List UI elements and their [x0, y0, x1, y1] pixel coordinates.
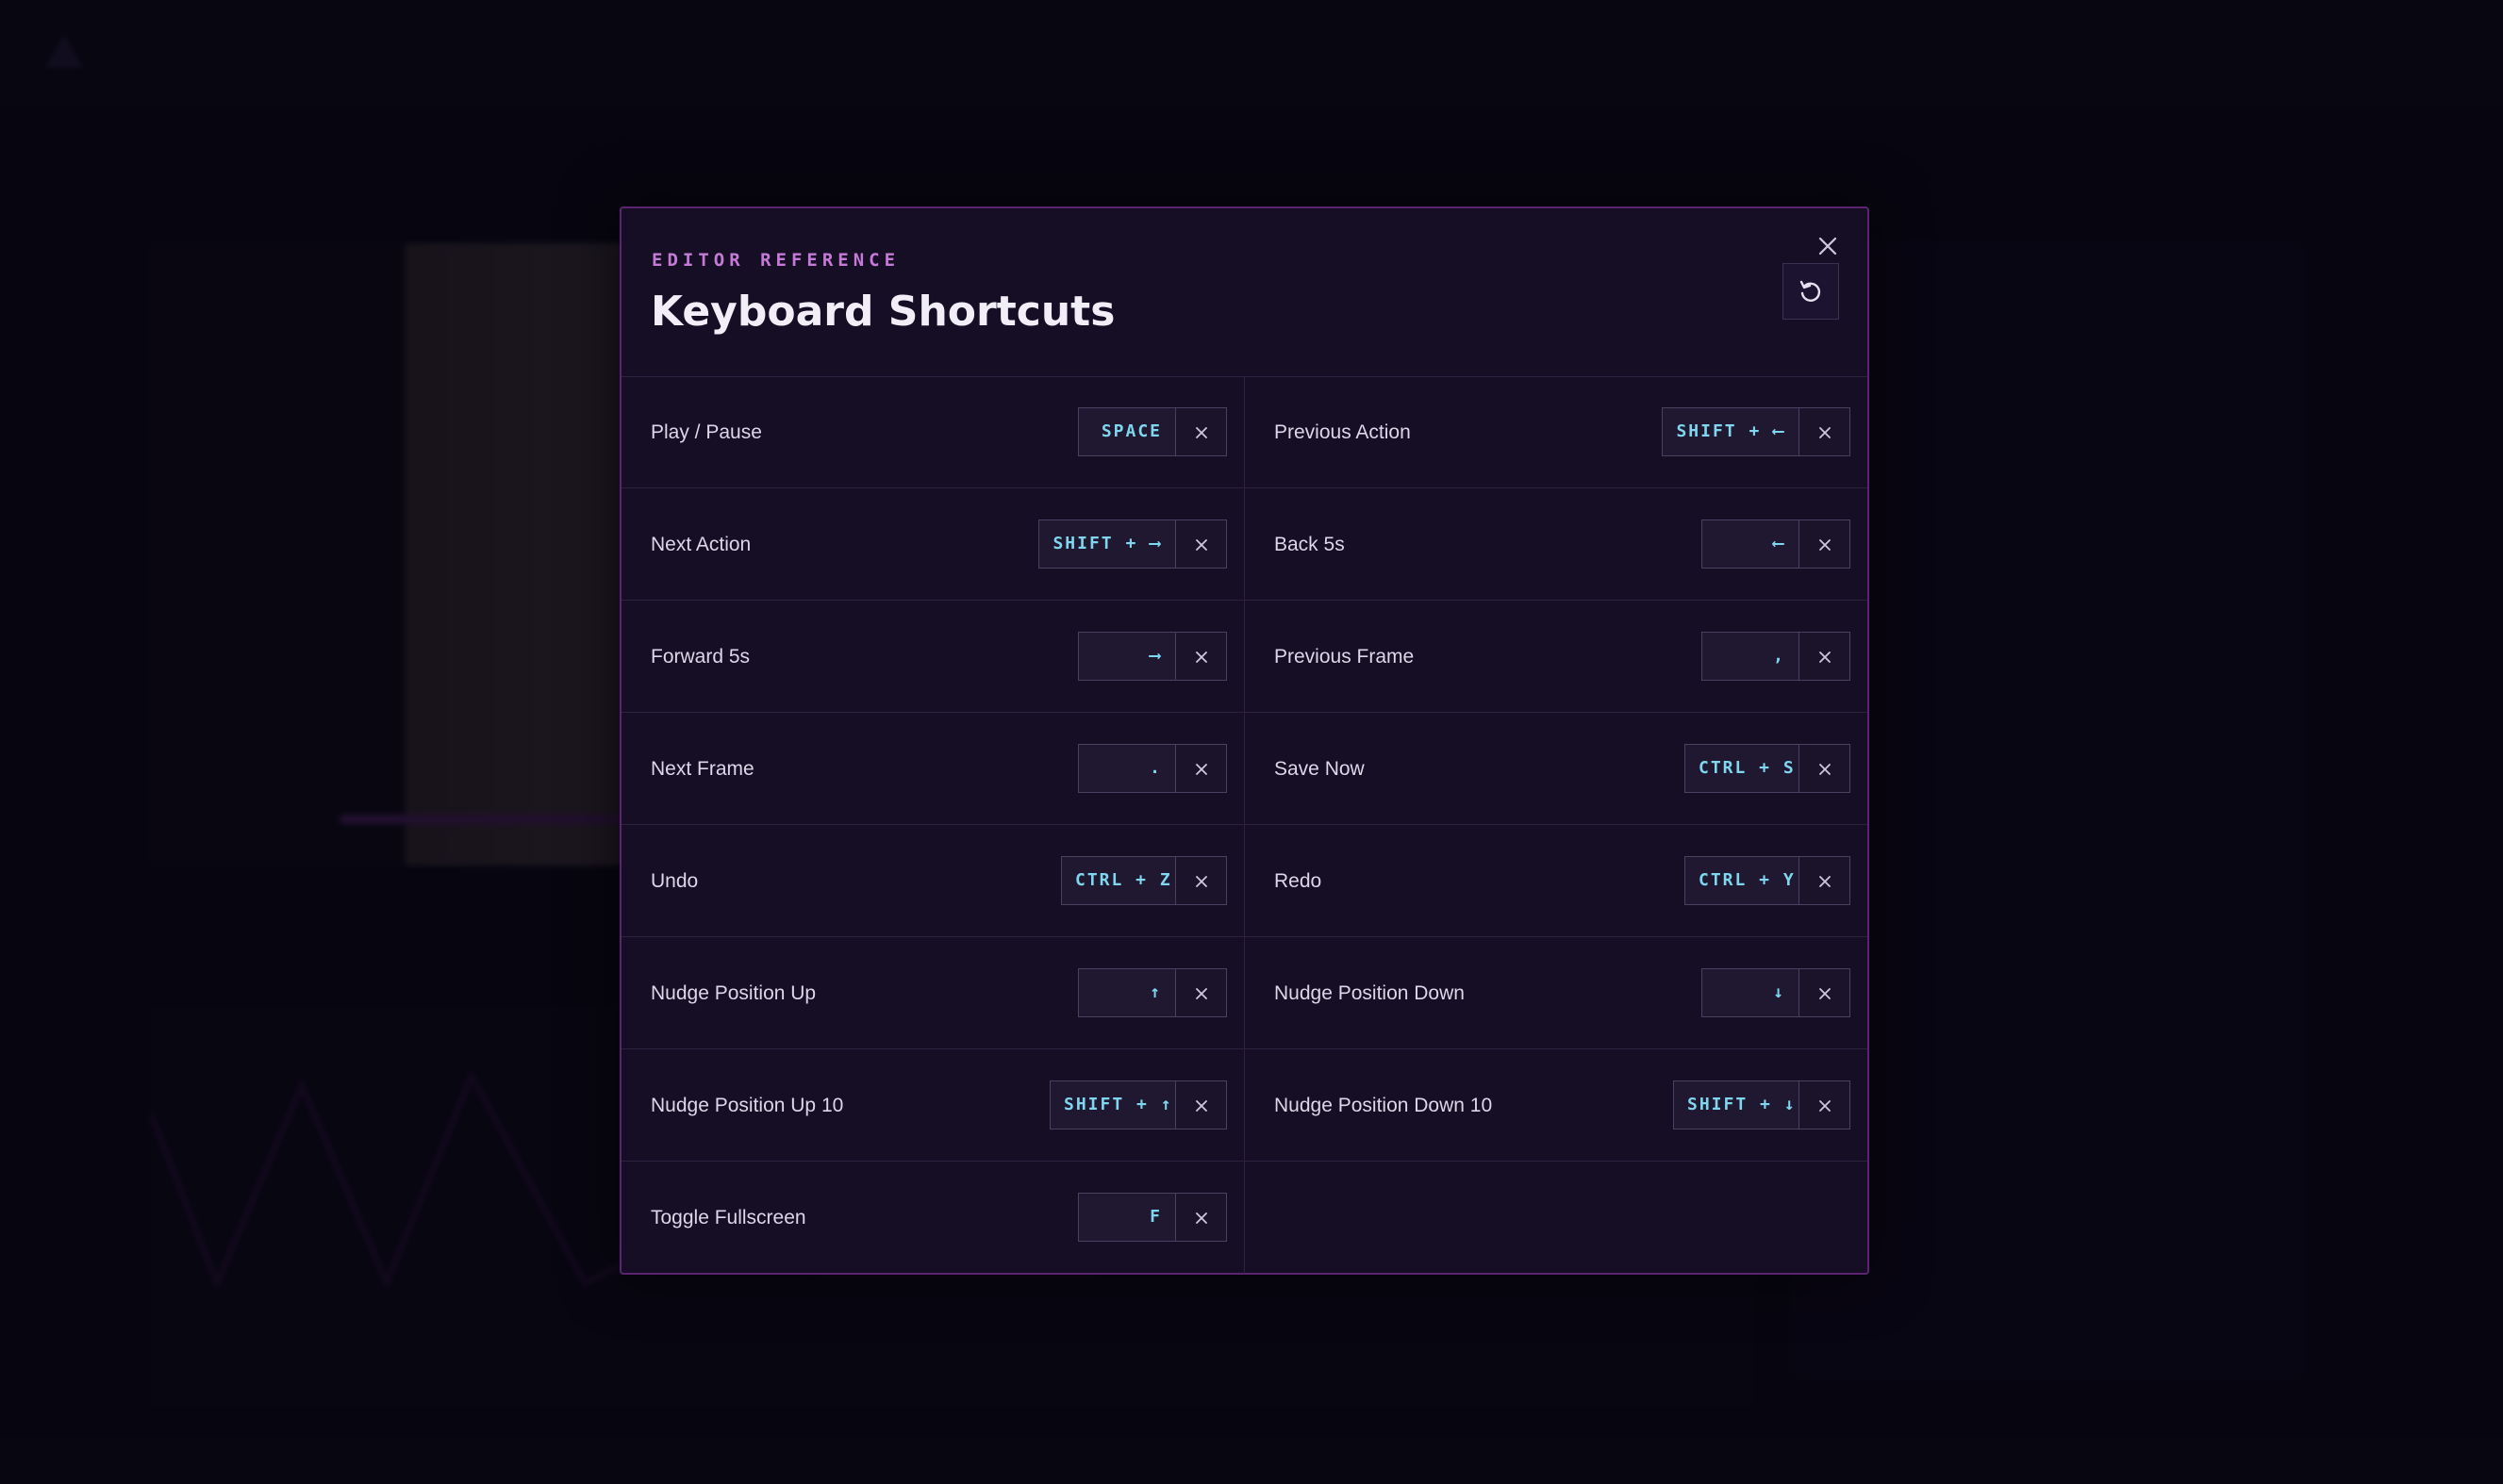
shortcut-key-field[interactable]: ↓ [1701, 968, 1799, 1017]
shortcut-label: Back 5s [1274, 534, 1345, 555]
modal-eyebrow: EDITOR REFERENCE [652, 250, 901, 271]
shortcut-row: Save Now CTRL + S [1245, 713, 1867, 825]
shortcut-key-field[interactable]: CTRL + S [1684, 744, 1799, 793]
shortcut-label: Nudge Position Up 10 [651, 1095, 844, 1116]
shortcut-row: Play / Pause SPACE [622, 376, 1245, 488]
shortcut-key-field[interactable]: CTRL + Z [1061, 856, 1176, 905]
shortcut-row: Forward 5s ⟶ [622, 601, 1245, 713]
shortcut-row: Previous Action SHIFT + ⟵ [1245, 376, 1867, 488]
shortcut-label: Next Action [651, 534, 752, 555]
shortcut-label: Toggle Fullscreen [651, 1207, 806, 1228]
clear-shortcut-button[interactable] [1799, 744, 1850, 793]
clear-shortcut-button[interactable] [1176, 519, 1227, 569]
close-icon [1818, 764, 1831, 776]
close-icon [1195, 764, 1207, 776]
shortcut-label: Next Frame [651, 758, 754, 780]
shortcut-row: Previous Frame, [1245, 601, 1867, 713]
reset-shortcuts-button[interactable] [1782, 263, 1839, 320]
shortcut-key-field[interactable]: SPACE [1078, 407, 1176, 456]
clear-shortcut-button[interactable] [1176, 407, 1227, 456]
keyboard-shortcuts-modal: EDITOR REFERENCE Keyboard Shortcuts Play… [620, 206, 1869, 1275]
shortcut-row: Redo CTRL + Y [1245, 825, 1867, 937]
shortcut-label: Play / Pause [651, 421, 762, 443]
shortcut-key-field[interactable]: , [1701, 632, 1799, 681]
shortcut-key-field[interactable]: ⟵ [1701, 519, 1799, 569]
shortcut-row: Undo CTRL + Z [622, 825, 1245, 937]
close-icon [1818, 237, 1837, 256]
clear-shortcut-button[interactable] [1799, 1080, 1850, 1129]
clear-shortcut-button[interactable] [1176, 856, 1227, 905]
shortcut-label: Previous Action [1274, 421, 1411, 443]
close-icon [1818, 1100, 1831, 1113]
shortcut-label: Forward 5s [651, 646, 751, 668]
shortcut-key-field[interactable]: SHIFT + ⟵ [1662, 407, 1799, 456]
clear-shortcut-button[interactable] [1176, 968, 1227, 1017]
clear-shortcut-button[interactable] [1799, 407, 1850, 456]
shortcut-key-field[interactable]: SHIFT + ↑ [1050, 1080, 1176, 1129]
shortcut-row: Nudge Position Down 10 SHIFT + ↓ [1245, 1049, 1867, 1162]
clear-shortcut-button[interactable] [1799, 632, 1850, 681]
reset-icon [1799, 280, 1821, 302]
shortcut-grid: Play / Pause SPACE Previous Action SHIFT + … [622, 376, 1867, 1274]
clear-shortcut-button[interactable] [1799, 519, 1850, 569]
shortcut-key-field[interactable]: F [1078, 1193, 1176, 1242]
shortcut-label: Save Now [1274, 758, 1365, 780]
clear-shortcut-button[interactable] [1176, 1080, 1227, 1129]
shortcut-key-field[interactable]: ↑ [1078, 968, 1176, 1017]
clear-shortcut-button[interactable] [1799, 856, 1850, 905]
close-icon [1818, 988, 1831, 1000]
modal-title: Keyboard Shortcuts [651, 288, 1116, 336]
shortcut-label: Nudge Position Down 10 [1274, 1095, 1493, 1116]
clear-shortcut-button[interactable] [1176, 744, 1227, 793]
close-icon [1195, 651, 1207, 664]
shortcut-key-field[interactable]: SHIFT + ⟶ [1038, 519, 1176, 569]
shortcut-row: Next Action SHIFT + ⟶ [622, 488, 1245, 601]
shortcut-row: Back 5s ⟵ [1245, 488, 1867, 601]
close-icon [1195, 876, 1207, 888]
close-icon [1195, 1212, 1207, 1225]
clear-shortcut-button[interactable] [1176, 1193, 1227, 1242]
shortcut-label: Nudge Position Up [651, 982, 817, 1004]
close-icon [1818, 539, 1831, 552]
shortcut-row: Nudge Position Up ↑ [622, 937, 1245, 1049]
shortcut-row: Nudge Position Down ↓ [1245, 937, 1867, 1049]
empty-cell [1245, 1162, 1867, 1274]
shortcut-label: Redo [1274, 870, 1322, 892]
shortcut-key-field[interactable]: ⟶ [1078, 632, 1176, 681]
modal-header: EDITOR REFERENCE Keyboard Shortcuts [622, 208, 1867, 377]
shortcut-key-field[interactable]: SHIFT + ↓ [1673, 1080, 1799, 1129]
shortcut-label: Undo [651, 870, 699, 892]
shortcut-key-field[interactable]: . [1078, 744, 1176, 793]
shortcut-label: Previous Frame [1274, 646, 1415, 668]
close-icon [1195, 427, 1207, 439]
shortcut-label: Nudge Position Down [1274, 982, 1465, 1004]
shortcut-key-field[interactable]: CTRL + Y [1684, 856, 1799, 905]
clear-shortcut-button[interactable] [1176, 632, 1227, 681]
clear-shortcut-button[interactable] [1799, 968, 1850, 1017]
close-icon [1818, 876, 1831, 888]
close-icon [1818, 427, 1831, 439]
close-icon [1818, 651, 1831, 664]
shortcut-row: Nudge Position Up 10 SHIFT + ↑ [622, 1049, 1245, 1162]
shortcut-row: Toggle Fullscreen F [622, 1162, 1245, 1274]
shortcut-row: Next Frame. [622, 713, 1245, 825]
close-icon [1195, 539, 1207, 552]
close-button[interactable] [1815, 235, 1841, 261]
close-icon [1195, 1100, 1207, 1113]
close-icon [1195, 988, 1207, 1000]
